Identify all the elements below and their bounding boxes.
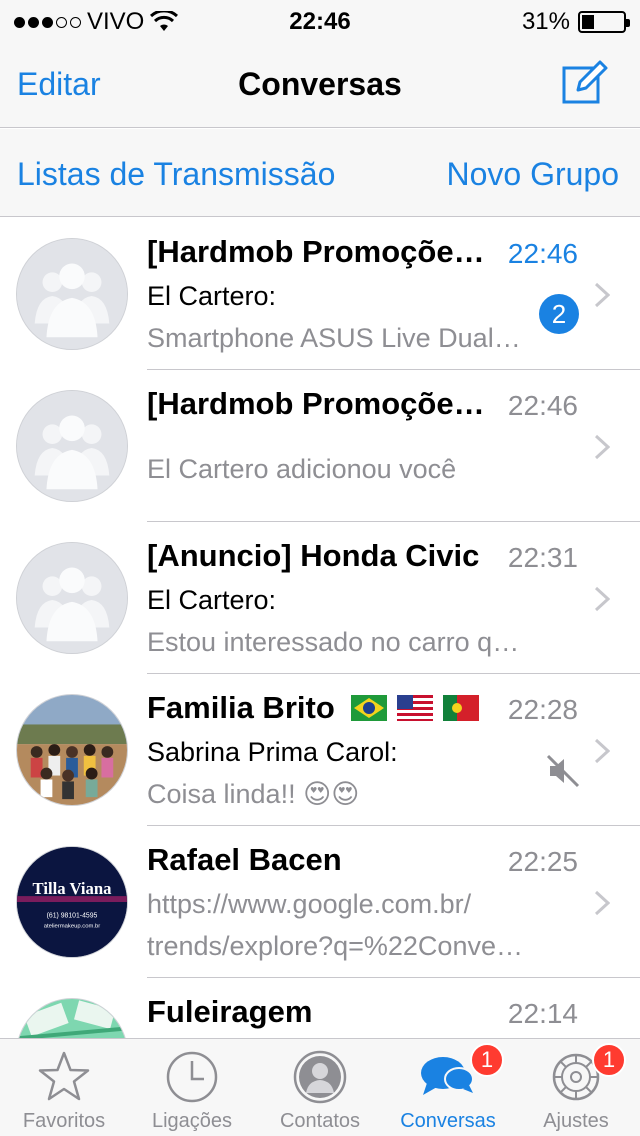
chevron-right-icon bbox=[594, 282, 610, 308]
chevron-right-icon bbox=[594, 738, 610, 764]
tab-conversas[interactable]: 1 Conversas bbox=[384, 1039, 512, 1136]
chat-time: 22:25 bbox=[507, 846, 578, 877]
chevron-right-icon bbox=[594, 890, 610, 916]
clock-icon bbox=[166, 1051, 218, 1103]
chat-row[interactable]: Familia Brito 22:28 Sabrina Prima Carol:… bbox=[0, 674, 640, 826]
compose-icon[interactable] bbox=[560, 58, 610, 108]
chat-time: 22:46 bbox=[507, 390, 578, 421]
chat-name: Familia Brito bbox=[147, 690, 492, 726]
default-avatar-icon bbox=[16, 542, 128, 654]
tab-bar: Favoritos Ligações Contatos 1 Conversas bbox=[0, 1038, 640, 1136]
broadcast-lists-button[interactable]: Listas de Transmissão bbox=[17, 156, 335, 193]
tab-label: Ajustes bbox=[543, 1110, 609, 1132]
tab-favoritos[interactable]: Favoritos bbox=[0, 1039, 128, 1136]
usa-flag-icon bbox=[397, 695, 434, 721]
chat-name: [Hardmob Promoções] Grupo bbox=[147, 386, 492, 421]
battery-icon bbox=[578, 11, 630, 33]
chat-name-text: Familia Brito bbox=[147, 690, 335, 725]
default-avatar-icon bbox=[16, 238, 128, 350]
chat-preview-line1: https://www.google.com.br/ bbox=[147, 889, 472, 919]
star-icon bbox=[38, 1051, 90, 1101]
chat-row[interactable]: Tilla Viana (61) 98101-4595 ateliermakeu… bbox=[0, 826, 640, 978]
avatar-url-text: ateliermakeup.com.br bbox=[44, 924, 101, 930]
chat-preview-line2: trends/explore?q=%22Conversas%22 bbox=[147, 931, 527, 961]
chat-sender: El Cartero: bbox=[147, 281, 277, 311]
navigation-bar: Editar Conversas bbox=[0, 40, 640, 128]
battery-info: 31% bbox=[521, 8, 630, 36]
chat-name: [Hardmob Promoções] Grupo bbox=[147, 234, 492, 269]
chevron-right-icon bbox=[594, 434, 610, 460]
avatar-brand-text: Tilla Viana bbox=[33, 879, 113, 898]
chevron-right-icon bbox=[594, 586, 610, 612]
chat-time: 22:31 bbox=[507, 542, 578, 573]
chat-sender: Sabrina Prima Carol: bbox=[147, 737, 398, 767]
page-title: Conversas bbox=[238, 66, 402, 102]
chat-row[interactable]: [Hardmob Promoções] Grupo 22:46 El Carte… bbox=[0, 218, 640, 370]
tab-label: Contatos bbox=[279, 1110, 361, 1132]
tab-ligacoes[interactable]: Ligações bbox=[128, 1039, 256, 1136]
chat-time: 22:14 bbox=[507, 998, 578, 1029]
chat-time: 22:46 bbox=[507, 238, 578, 269]
chat-row[interactable]: Fuleiragem 22:14 bbox=[0, 978, 640, 1038]
status-bar: VIVO 22:46 31% bbox=[0, 0, 640, 40]
tab-label: Favoritos bbox=[22, 1110, 106, 1132]
chat-time: 22:28 bbox=[507, 694, 578, 725]
tab-label: Ligações bbox=[151, 1110, 233, 1132]
portugal-flag-icon bbox=[443, 695, 480, 721]
tab-ajustes[interactable]: 1 Ajustes bbox=[512, 1039, 640, 1136]
chat-name: Fuleiragem bbox=[147, 994, 313, 1029]
new-group-button[interactable]: Novo Grupo bbox=[446, 156, 619, 193]
contact-icon bbox=[293, 1050, 347, 1104]
chat-preview: El Cartero adicionou você bbox=[147, 454, 457, 484]
map-photo-avatar bbox=[16, 998, 128, 1038]
chat-preview: Estou interessado no carro que você anun… bbox=[147, 627, 527, 657]
group-photo-avatar bbox=[16, 694, 128, 806]
chat-row[interactable]: [Hardmob Promoções] Grupo 22:46 El Carte… bbox=[0, 370, 640, 522]
chat-name: Rafael Bacen bbox=[147, 842, 342, 877]
chat-preview: Smartphone ASUS Live Dual Chip bbox=[147, 323, 527, 353]
chat-name: [Anuncio] Honda Civic bbox=[147, 538, 480, 573]
tab-badge: 1 bbox=[470, 1043, 504, 1077]
unread-badge: 2 bbox=[539, 294, 579, 334]
battery-percent: 31% bbox=[521, 8, 570, 35]
tab-badge: 1 bbox=[592, 1043, 626, 1077]
business-logo-avatar: Tilla Viana (61) 98101-4595 ateliermakeu… bbox=[16, 846, 128, 958]
default-avatar-icon bbox=[16, 390, 128, 502]
chat-sender: El Cartero: bbox=[147, 585, 277, 615]
avatar-phone-text: (61) 98101-4595 bbox=[47, 913, 98, 920]
chat-list: [Hardmob Promoções] Grupo 22:46 El Carte… bbox=[0, 218, 640, 1038]
chat-preview: Coisa linda!! 😍😍 bbox=[147, 779, 360, 809]
tab-label: Conversas bbox=[400, 1110, 496, 1132]
tab-contatos[interactable]: Contatos bbox=[256, 1039, 384, 1136]
list-actions: Listas de Transmissão Novo Grupo bbox=[0, 129, 640, 217]
muted-speaker-icon bbox=[546, 754, 580, 788]
brazil-flag-icon bbox=[351, 695, 388, 721]
chat-row[interactable]: [Anuncio] Honda Civic 22:31 El Cartero: … bbox=[0, 522, 640, 674]
